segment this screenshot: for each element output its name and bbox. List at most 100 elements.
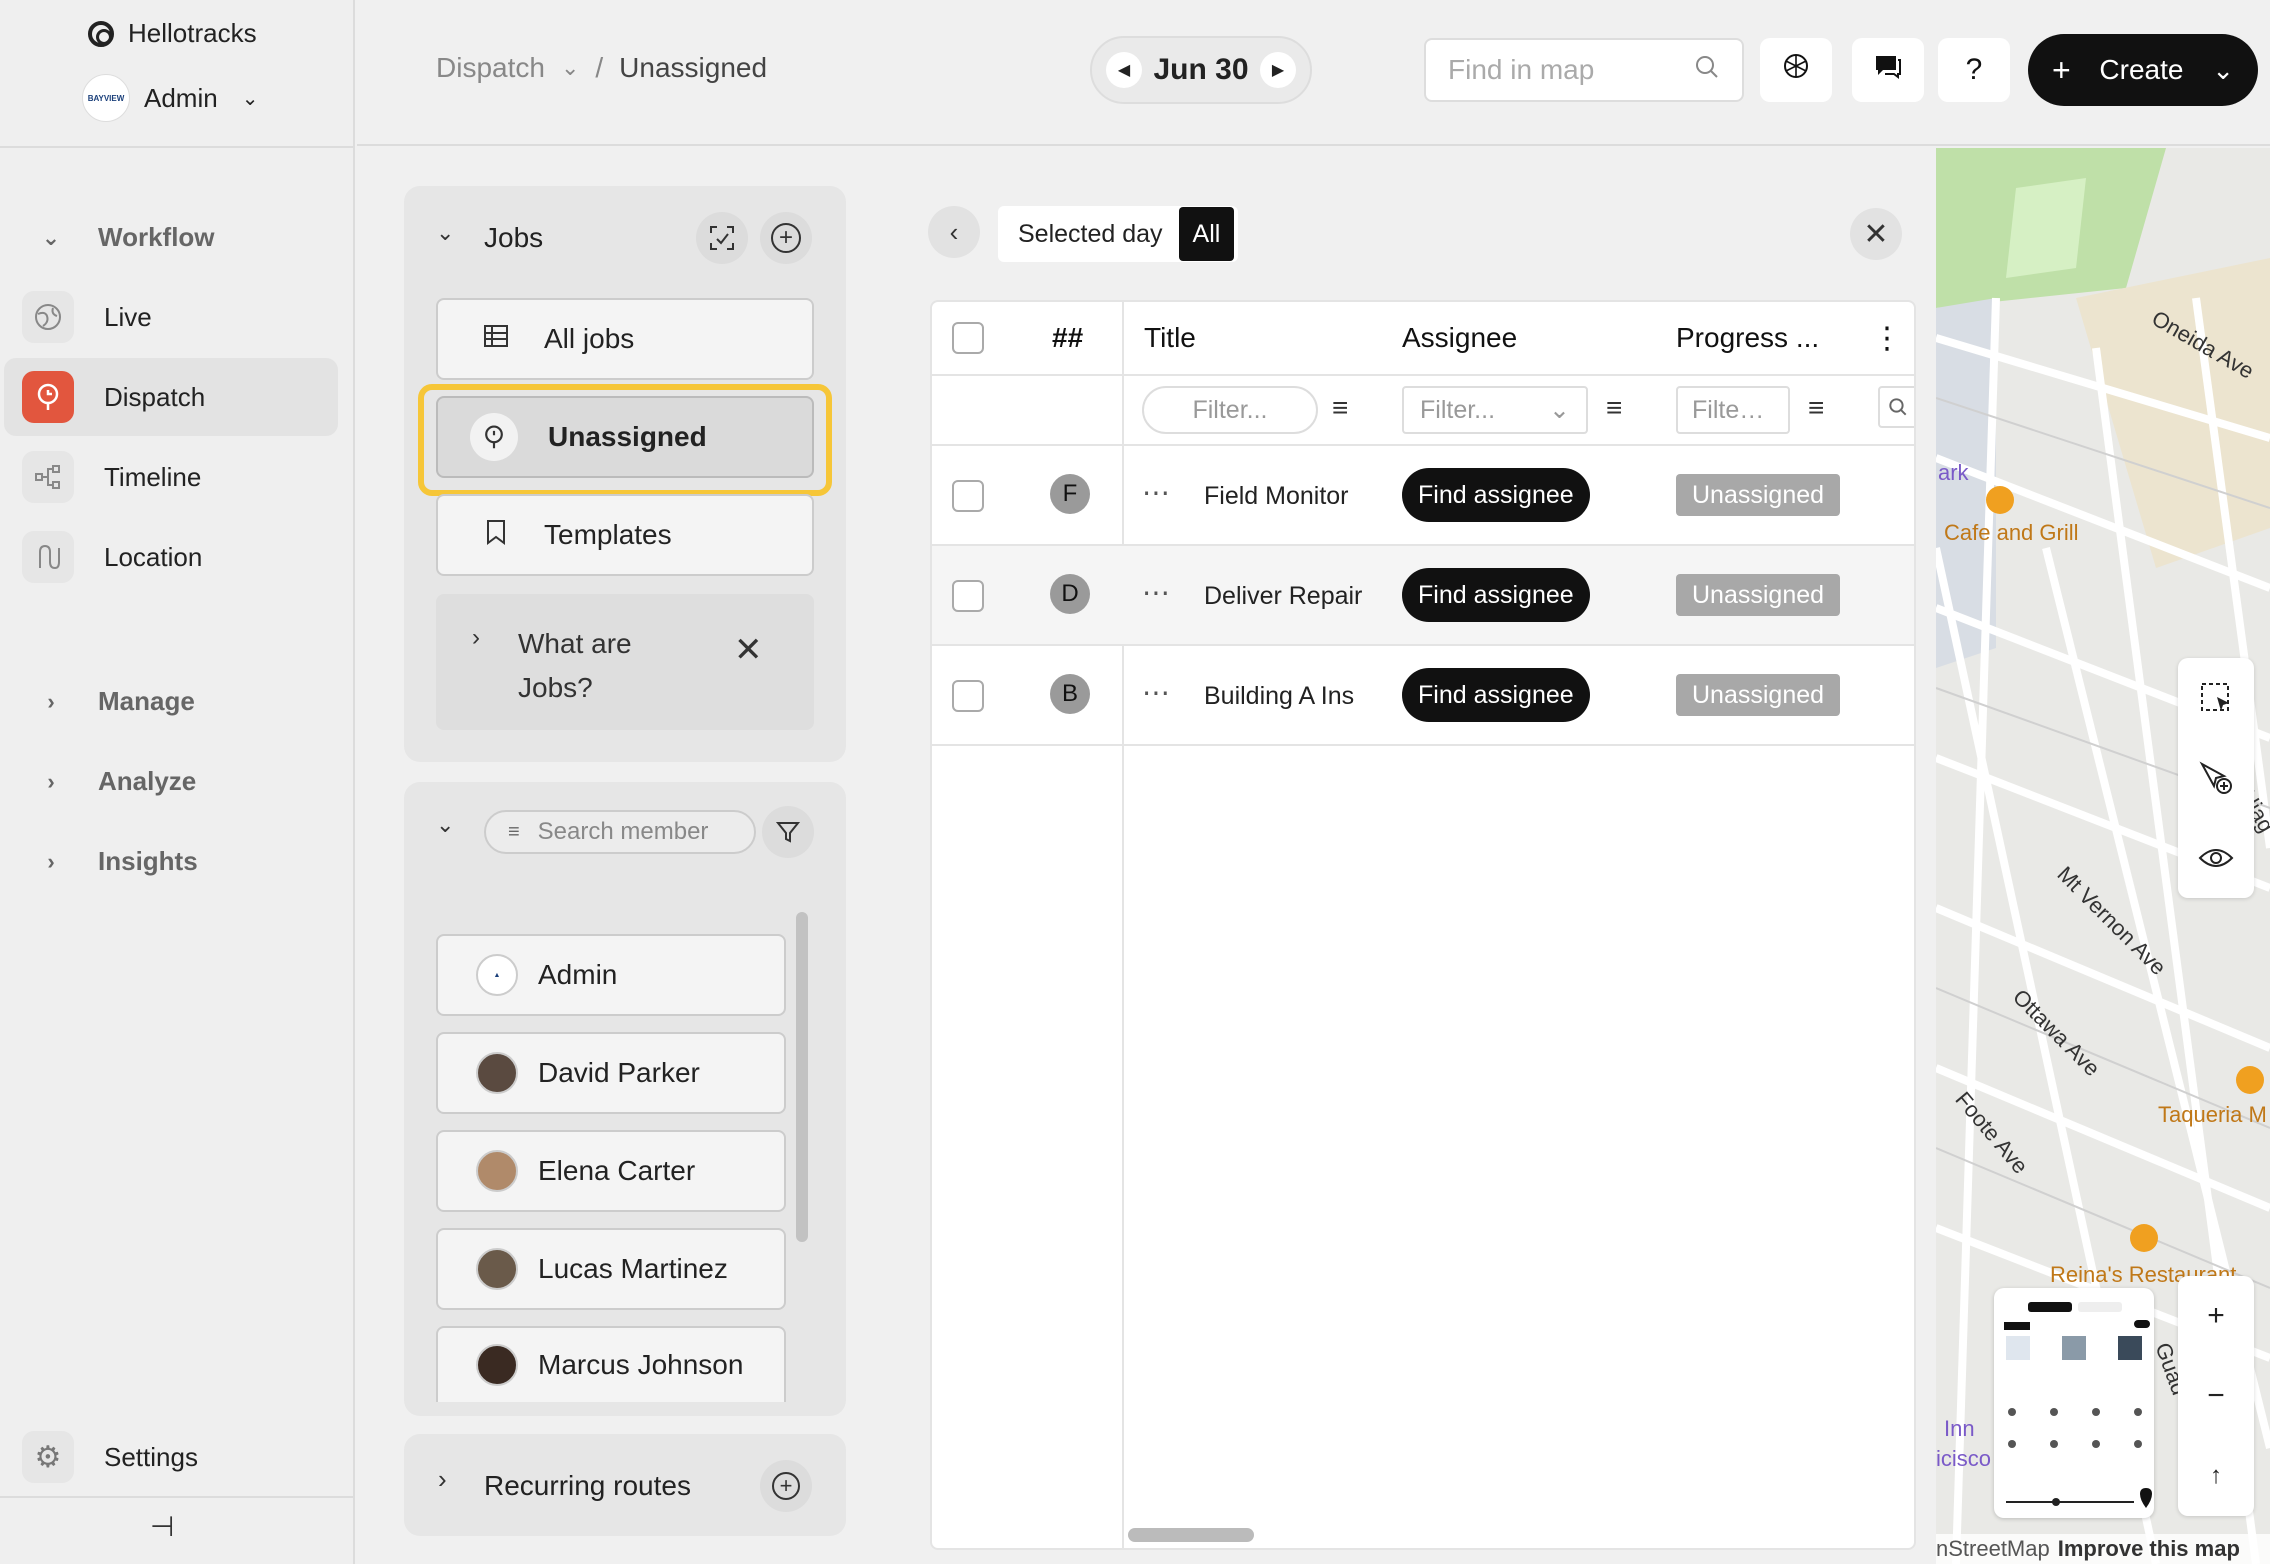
job-title[interactable]: Field Monitor: [1204, 482, 1364, 511]
hint-line: Jobs?: [518, 672, 593, 703]
members-scrollbar[interactable]: [796, 912, 808, 1242]
row-checkbox[interactable]: [952, 480, 984, 512]
job-title[interactable]: Building A Ins: [1204, 682, 1364, 711]
table-row[interactable]: D ⋯ Deliver Repair Find assignee Unassig…: [932, 546, 1914, 646]
column-menu-icon[interactable]: ⋮: [1872, 302, 1902, 374]
breadcrumb-root[interactable]: Dispatch: [436, 52, 545, 84]
gear-icon: ⚙: [22, 1431, 74, 1483]
col-header-num[interactable]: ##: [1052, 302, 1083, 374]
north-arrow-icon[interactable]: ↑: [2178, 1436, 2254, 1516]
member-item[interactable]: ▲ Admin: [436, 934, 786, 1016]
col-header-assignee[interactable]: Assignee: [1402, 302, 1517, 374]
filter-lines-icon[interactable]: ≡: [1332, 392, 1348, 424]
create-button[interactable]: + Create ⌄: [2028, 34, 2258, 106]
timeline-icon: [22, 451, 74, 503]
select-area-icon[interactable]: [2178, 658, 2254, 738]
member-item[interactable]: David Parker: [436, 1032, 786, 1114]
attribution-text[interactable]: nStreetMap: [1936, 1536, 2050, 1562]
pin-sidebar-icon[interactable]: ⊣: [150, 1510, 174, 1543]
nav-item-live[interactable]: Live: [4, 278, 338, 356]
table-row[interactable]: B ⋯ Building A Ins Find assignee Unassig…: [932, 646, 1914, 746]
filter-lines-icon[interactable]: ≡: [1606, 392, 1622, 424]
org-switcher[interactable]: BAYVIEW Admin ⌄: [82, 74, 258, 122]
chevron-right-icon: ›: [47, 688, 55, 714]
horizontal-scrollbar[interactable]: [1128, 1528, 1254, 1542]
nav-section-workflow[interactable]: ⌄ Workflow: [40, 222, 215, 253]
col-header-title[interactable]: Title: [1144, 302, 1196, 374]
unassigned-label: Unassigned: [548, 421, 707, 452]
nav-item-dispatch[interactable]: Dispatch: [4, 358, 338, 436]
chevron-down-icon[interactable]: ⌄: [561, 55, 579, 81]
search-icon: [1694, 54, 1720, 87]
ai-assistant-button[interactable]: [1760, 38, 1832, 102]
zoom-in-button[interactable]: +: [2178, 1276, 2254, 1356]
drag-handle-icon[interactable]: ⋯: [1142, 676, 1170, 709]
nav-item-timeline[interactable]: Timeline: [4, 438, 338, 516]
nav-section-analyze[interactable]: › Analyze: [40, 766, 196, 797]
find-assignee-button[interactable]: Find assignee: [1402, 668, 1590, 722]
app-name: Hellotracks: [128, 18, 257, 48]
chevron-down-icon[interactable]: ⌄: [436, 220, 454, 246]
chevron-right-icon: ›: [47, 768, 55, 794]
member-item[interactable]: Lucas Martinez: [436, 1228, 786, 1310]
map-style-switcher[interactable]: [1994, 1288, 2154, 1518]
avatar: [476, 1150, 518, 1192]
filter-members-button[interactable]: [762, 806, 814, 858]
scope-all[interactable]: All: [1178, 207, 1235, 261]
nav-section-label: Insights: [98, 846, 198, 876]
chat-icon: [1873, 51, 1903, 89]
member-search[interactable]: ≡ Search member: [484, 810, 756, 854]
assignee-filter-select[interactable]: Filter... ⌄: [1402, 386, 1588, 434]
job-title[interactable]: Deliver Repair: [1204, 582, 1364, 611]
close-list-button[interactable]: ✕: [1850, 208, 1902, 260]
jobs-hint-text[interactable]: What are Jobs?: [518, 622, 632, 710]
eye-icon[interactable]: [2178, 818, 2254, 898]
scan-icon[interactable]: [696, 212, 748, 264]
row-checkbox[interactable]: [952, 580, 984, 612]
member-item[interactable]: Marcus Johnson: [436, 1326, 786, 1402]
find-assignee-button[interactable]: Find assignee: [1402, 468, 1590, 522]
table-row[interactable]: F ⋯ Field Monitor Find assignee Unassign…: [932, 446, 1914, 546]
collapse-list-button[interactable]: ‹: [928, 206, 980, 258]
add-job-button[interactable]: +: [760, 212, 812, 264]
jobs-panel-title: Jobs: [484, 222, 544, 253]
help-button[interactable]: ?: [1938, 38, 2010, 102]
date-label[interactable]: Jun 30: [1153, 53, 1248, 87]
add-location-icon[interactable]: [2178, 738, 2254, 818]
app-brand[interactable]: Hellotracks: [88, 18, 257, 49]
recurring-routes-title[interactable]: Recurring routes: [484, 1470, 691, 1502]
nav-item-label: Location: [104, 541, 203, 572]
job-letter-badge: B: [1050, 674, 1090, 714]
drag-handle-icon[interactable]: ⋯: [1142, 476, 1170, 509]
add-route-button[interactable]: +: [760, 1460, 812, 1512]
nav-item-location[interactable]: Location: [4, 518, 338, 596]
nav-section-insights[interactable]: › Insights: [40, 846, 198, 877]
col-header-progress[interactable]: Progress ...: [1676, 302, 1819, 374]
all-jobs-button[interactable]: All jobs: [436, 298, 814, 380]
improve-map-link[interactable]: Improve this map: [2058, 1536, 2240, 1562]
find-assignee-button[interactable]: Find assignee: [1402, 568, 1590, 622]
chevron-right-icon[interactable]: ›: [438, 1464, 447, 1495]
title-filter-input[interactable]: Filter...: [1142, 386, 1318, 434]
unassigned-button[interactable]: Unassigned: [436, 396, 814, 478]
close-hint-icon[interactable]: ✕: [734, 630, 763, 670]
chevron-right-icon[interactable]: ›: [472, 624, 480, 652]
zoom-out-button[interactable]: −: [2178, 1356, 2254, 1436]
scope-selected-day[interactable]: Selected day: [1002, 220, 1179, 249]
nav-section-manage[interactable]: › Manage: [40, 686, 195, 717]
chevron-down-icon[interactable]: ⌄: [436, 812, 454, 838]
map-search-input[interactable]: [1448, 54, 1678, 86]
nav-section-label: Manage: [98, 686, 195, 716]
progress-filter-input[interactable]: Filte…: [1676, 386, 1790, 434]
select-all-checkbox[interactable]: [952, 322, 984, 354]
drag-handle-icon[interactable]: ⋯: [1142, 576, 1170, 609]
chat-button[interactable]: [1852, 38, 1924, 102]
search-icon[interactable]: [1878, 386, 1914, 428]
member-item[interactable]: Elena Carter: [436, 1130, 786, 1212]
prev-day-button[interactable]: ◀: [1106, 52, 1142, 88]
next-day-button[interactable]: ▶: [1259, 52, 1296, 88]
templates-button[interactable]: Templates: [436, 494, 814, 576]
nav-item-settings[interactable]: ⚙ Settings: [4, 1418, 338, 1496]
row-checkbox[interactable]: [952, 680, 984, 712]
filter-lines-icon[interactable]: ≡: [1808, 392, 1824, 424]
